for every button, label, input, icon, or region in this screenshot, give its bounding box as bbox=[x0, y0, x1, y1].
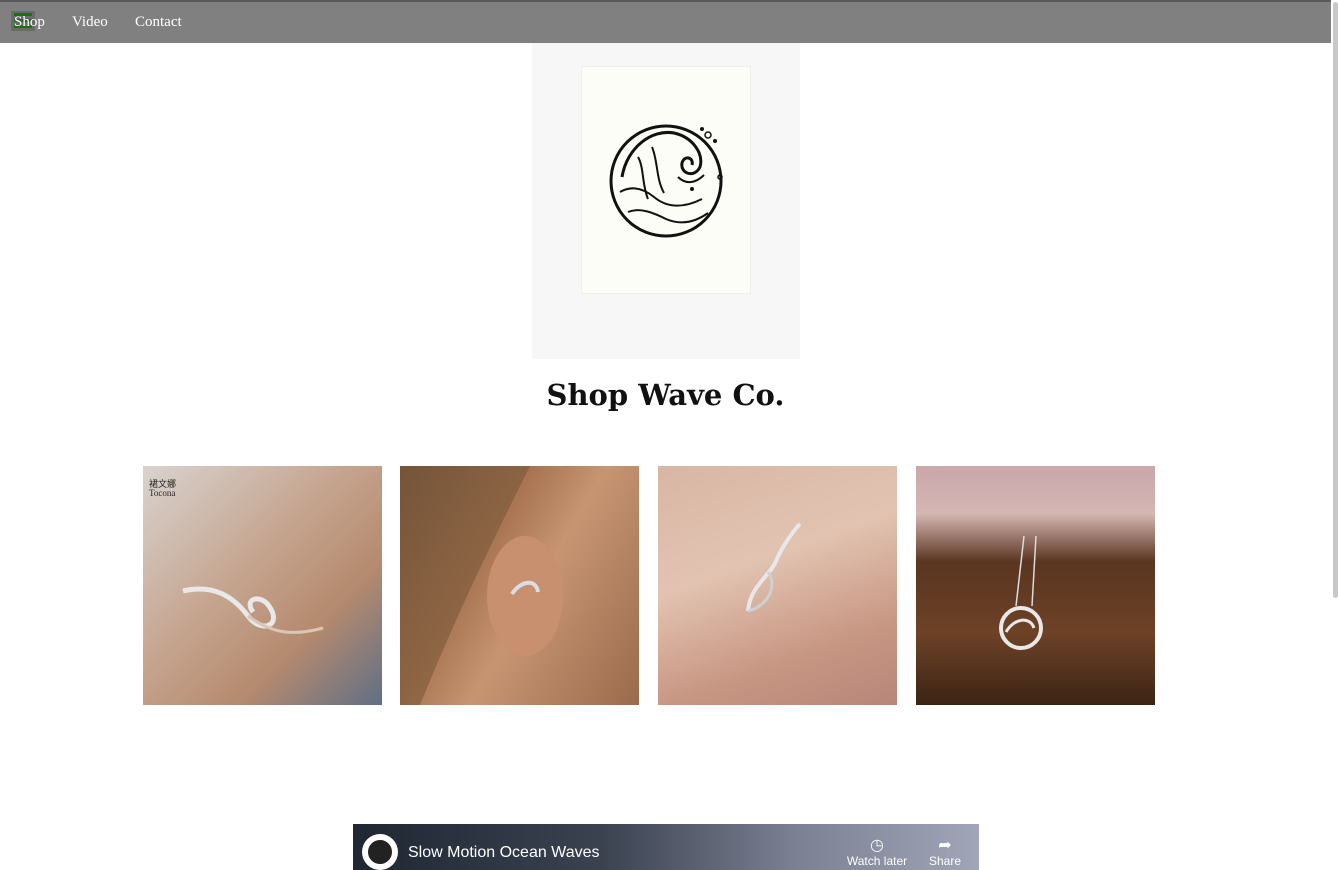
product-photo-ring[interactable] bbox=[658, 466, 897, 705]
nav-link-video[interactable]: Video bbox=[72, 14, 108, 31]
vertical-scrollbar[interactable] bbox=[1331, 0, 1339, 870]
share-arrow-icon: ➦ bbox=[938, 837, 952, 854]
bracelet-wave-shape bbox=[182, 586, 324, 634]
necklace-wave-shape bbox=[999, 535, 1043, 650]
wave-logo-icon bbox=[609, 124, 723, 238]
clock-icon: ◷ bbox=[870, 837, 884, 854]
watch-later-button[interactable]: ◷ Watch later bbox=[845, 837, 909, 869]
wave-logo-card bbox=[581, 66, 751, 294]
logo-image-frame bbox=[532, 43, 800, 359]
scrollbar-thumb[interactable] bbox=[1333, 2, 1338, 598]
photo-watermark: 裙文娜 Tocona bbox=[149, 479, 177, 498]
top-navbar: Shop Video Contact bbox=[0, 0, 1331, 43]
product-photo-earring[interactable] bbox=[400, 466, 639, 705]
ring-wave-shape bbox=[746, 522, 802, 613]
embedded-video-player[interactable]: Slow Motion Ocean Waves ◷ Watch later ➦ … bbox=[353, 824, 979, 870]
product-photo-bracelet[interactable]: 裙文娜 Tocona bbox=[143, 466, 382, 705]
channel-avatar-icon[interactable] bbox=[362, 834, 398, 870]
nav-link-shop[interactable]: Shop bbox=[14, 14, 45, 31]
video-title[interactable]: Slow Motion Ocean Waves bbox=[408, 844, 599, 862]
nav-link-contact[interactable]: Contact bbox=[135, 14, 182, 31]
earring-wave-shape bbox=[400, 466, 563, 705]
share-button[interactable]: ➦ Share bbox=[925, 837, 965, 869]
product-photo-necklace[interactable] bbox=[916, 466, 1155, 705]
page-title: Shop Wave Co. bbox=[546, 378, 785, 412]
